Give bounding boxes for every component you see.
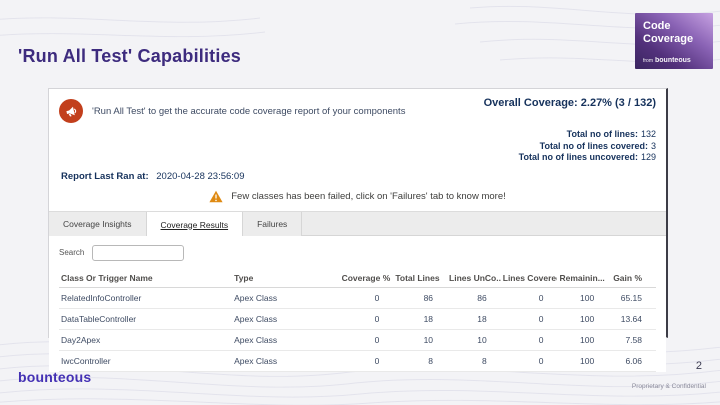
slide: 'Run All Test' Capabilities Code Coverag… [0,0,720,405]
table-cell: 0 [500,308,558,330]
search-input[interactable] [92,244,185,261]
table-body: RelatedInfoController Apex Class 0 86 86 0 100… [59,287,656,372]
badge-brand-name: bounteous [655,57,691,64]
search-row: Search [59,244,656,261]
table-cell: Apex Class [232,308,340,330]
total-line: Total no of lines: 132 [59,129,656,141]
table-cell: 100 [557,350,609,372]
panel-header: 'Run All Test' to get the accurate code … [49,89,666,123]
table-cell: Day2Apex [59,329,233,351]
table-row: RelatedInfoController Apex Class 0 86 86 0 100… [59,287,656,309]
table-cell: 18 [447,308,501,330]
column-header: Lines Covered [500,269,558,288]
code-coverage-badge: Code Coverage from bounteous [635,13,713,69]
total-label: Total no of lines uncovered: [518,152,638,163]
totals-block: Total no of lines: 132 Total no of lines c… [49,123,666,164]
table-cell: IwcController [59,350,233,372]
table-cell: Apex Class [232,350,340,372]
badge-title: Code Coverage [643,20,705,45]
total-label: Total no of lines covered: [539,140,648,151]
report-last-ran: Report Last Ran at: 2020-04-28 23:56:09 [49,164,666,182]
slide-title: 'Run All Test' Capabilities [18,46,241,66]
table-cell: 65.15 [608,287,656,309]
badge-brand: from bounteous [643,57,705,64]
tab-coverage-results[interactable]: Coverage Results [146,211,244,238]
tab-strip: Coverage Insights Coverage Results Failure… [49,210,666,238]
table-cell: 8 [393,350,448,372]
table-cell: 10 [447,329,501,351]
warning-text: Few classes has been failed, click on 'F… [231,190,506,202]
announcement-megaphone-icon [59,99,83,123]
total-line: Total no of lines covered: 3 [59,141,656,153]
overall-coverage: Overall Coverage: 2.27% (3 / 132) [483,97,656,109]
table-cell: 7.58 [608,329,656,351]
table-cell: 0 [500,329,558,351]
table-cell: 0 [339,308,394,330]
page-number: 2 [695,360,702,372]
table-cell: 0 [339,329,394,351]
table-cell: 18 [393,308,448,330]
table-row: IwcController Apex Class 0 8 8 0 100 6.06 [59,350,656,372]
table-cell: 0 [500,287,558,309]
announcement: 'Run All Test' to get the accurate code … [59,99,405,123]
bounteous-logo: bounteous [18,369,92,385]
column-header: Total Lines [393,269,448,288]
announcement-text: 'Run All Test' to get the accurate code … [92,106,406,117]
column-header: Lines UnCo... [447,269,501,288]
coverage-results-table: Class Or Trigger Name Type Coverage % Total… [59,269,656,372]
table-cell: 0 [500,350,558,372]
table-cell: 13.64 [608,308,656,330]
table-cell: 100 [557,329,609,351]
table-cell: 0 [339,287,394,309]
table-cell: 6.06 [608,350,656,372]
table-cell: 0 [339,350,394,372]
total-label: Total no of lines: [566,129,638,139]
column-header: Class Or Trigger Name [59,269,233,288]
table-cell: 100 [557,287,609,309]
column-header: Gain % [608,269,656,288]
tab-failures[interactable]: Failures [243,211,303,237]
total-value: 129 [640,152,656,163]
table-row: DataTableController Apex Class 0 18 18 0 100 13… [59,308,656,330]
table-header-row: Class Or Trigger Name Type Coverage % Total… [59,269,656,288]
total-value: 132 [640,129,656,139]
confidentiality-note: Proprietary & Confidential [631,383,706,390]
badge-title-line1: Code [643,20,671,32]
warning-banner: Few classes has been failed, click on 'F… [49,182,666,211]
badge-title-line2: Coverage [643,32,694,45]
report-last-ran-value: 2020-04-28 23:56:09 [156,170,245,182]
table-cell: 100 [557,308,609,330]
table-cell: RelatedInfoController [59,287,233,309]
column-header: Coverage % [339,269,394,288]
app-screenshot-panel: 'Run All Test' to get the accurate code … [48,88,668,372]
total-value: 3 [650,140,656,151]
table-row: Day2Apex Apex Class 0 10 10 0 100 7.58 [59,329,656,351]
search-label: Search [59,248,85,258]
table-cell: 86 [447,287,501,309]
tab-coverage-insights[interactable]: Coverage Insights [49,211,147,237]
tab-content: Search Class Or Trigger Name Type Coverage… [49,235,666,372]
warning-triangle-icon [209,190,223,202]
table-cell: 8 [447,350,501,372]
table-cell: Apex Class [232,287,340,309]
report-last-ran-label: Report Last Ran at: [61,170,149,182]
column-header: Type [232,269,340,288]
total-line: Total no of lines uncovered: 129 [59,152,656,164]
table-cell: 10 [393,329,448,351]
table-cell: 86 [393,287,448,309]
table-cell: Apex Class [232,329,340,351]
table-header: Class Or Trigger Name Type Coverage % Total… [59,269,656,288]
table-cell: DataTableController [59,308,233,330]
column-header: Remainin... [557,269,609,288]
badge-from-label: from [643,58,653,64]
